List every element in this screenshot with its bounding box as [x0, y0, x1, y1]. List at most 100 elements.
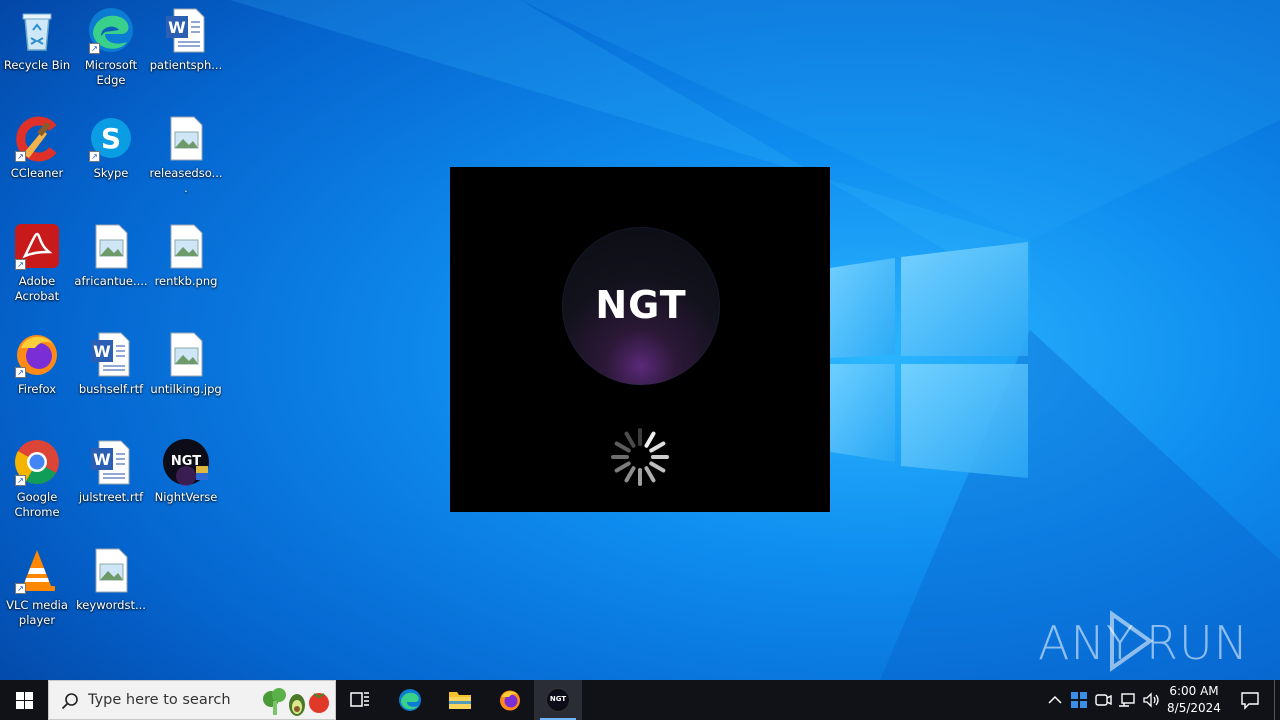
shortcut-arrow-icon: ↗	[15, 475, 26, 486]
spinner-spoke	[624, 431, 636, 448]
taskbar: Type here to search NGT 6:00 AM 8/5/2024	[0, 680, 1280, 720]
image-file-icon	[162, 330, 210, 378]
shortcut-arrow-icon: ↗	[15, 367, 26, 378]
shortcut-arrow-icon: ↗	[89, 43, 100, 54]
firefox-icon: ↗	[13, 330, 61, 378]
loading-spinner-icon	[611, 428, 669, 486]
taskbar-file-explorer-button[interactable]	[436, 680, 484, 720]
desktop-icon-label: Skype	[93, 166, 129, 180]
desktop-icon-label: Adobe Acrobat	[14, 274, 60, 303]
word-document-icon: W	[87, 330, 135, 378]
recycle-bin-icon	[13, 6, 61, 54]
firefox-icon	[500, 690, 520, 711]
nightverse-icon: NGT	[162, 438, 210, 486]
desktop-icon-ccleaner[interactable]: ↗ CCleaner	[0, 108, 74, 208]
task-view-button[interactable]	[336, 680, 384, 720]
taskbar-nightverse-button[interactable]: NGT	[534, 680, 582, 720]
skype-icon: S ↗	[87, 114, 135, 162]
shortcut-arrow-icon: ↗	[15, 583, 26, 594]
taskbar-firefox-button[interactable]	[486, 680, 534, 720]
desktop-icon-nightverse[interactable]: NGT NightVerse	[149, 432, 223, 532]
ngt-splash-window: NGT	[450, 167, 830, 512]
desktop-icon-google-chrome[interactable]: ↗ Google Chrome	[0, 432, 74, 532]
spinner-spoke	[649, 461, 666, 473]
google-chrome-icon: ↗	[13, 438, 61, 486]
desktop-icon-skype[interactable]: S ↗ Skype	[74, 108, 148, 208]
taskbar-edge-button[interactable]	[386, 680, 434, 720]
notification-icon	[1241, 692, 1259, 710]
shortcut-arrow-icon: ↗	[89, 151, 100, 162]
desktop-icon-label: VLC media player	[6, 598, 68, 627]
chevron-up-icon[interactable]	[1045, 690, 1065, 710]
desktop-icon-rtf-file[interactable]: W julstreet.rtf	[74, 432, 148, 532]
desktop-icon-firefox[interactable]: ↗ Firefox	[0, 324, 74, 424]
svg-text:S: S	[101, 122, 121, 155]
desktop-icon-label: africantue....	[74, 274, 148, 288]
adobe-acrobat-icon: ↗	[13, 222, 61, 270]
desktop-icon-label: julstreet.rtf	[78, 490, 144, 504]
spinner-spoke	[644, 466, 656, 483]
anyrun-watermark: ANY RUN	[1038, 608, 1248, 678]
image-file-icon	[162, 114, 210, 162]
network-icon[interactable]	[1117, 690, 1137, 710]
desktop-icon-area: Recycle Bin ↗ CCleaner ↗ Adobe Acrobat ↗…	[0, 0, 240, 680]
search-highlight-vegetables-icon[interactable]	[259, 685, 335, 717]
desktop-icon-image-file[interactable]: keywordst...	[74, 540, 148, 640]
word-document-icon: W	[87, 438, 135, 486]
desktop-icon-image-file[interactable]: africantue....	[74, 216, 148, 316]
taskbar-clock[interactable]: 6:00 AM 8/5/2024	[1164, 683, 1224, 717]
vlc-cone-icon: ↗	[13, 546, 61, 594]
task-view-icon	[350, 692, 369, 707]
spinner-spoke	[614, 441, 631, 453]
windows-security-icon[interactable]	[1069, 690, 1089, 710]
desktop-icon-recycle-bin[interactable]: Recycle Bin	[0, 0, 74, 100]
show-desktop-button[interactable]	[1274, 680, 1280, 720]
desktop-icon-label: CCleaner	[10, 166, 64, 180]
clock-time: 6:00 AM	[1169, 684, 1219, 698]
meet-now-icon[interactable]	[1093, 690, 1113, 710]
nightverse-icon: NGT	[546, 688, 570, 712]
desktop-icon-label: Google Chrome	[14, 490, 60, 519]
ccleaner-icon: ↗	[13, 114, 61, 162]
desktop-icon-label: patientsph...	[149, 58, 223, 72]
spinner-spoke	[614, 461, 631, 473]
desktop-icon-label: NightVerse	[154, 490, 218, 504]
spinner-spoke	[624, 466, 636, 483]
microsoft-edge-icon: ↗	[87, 6, 135, 54]
desktop-icon-label: untilking.jpg	[150, 382, 222, 396]
desktop-icon-image-file[interactable]: releasedso....	[149, 108, 223, 208]
desktop-icon-label: Firefox	[17, 382, 57, 396]
search-icon	[61, 693, 78, 710]
svg-text:W: W	[93, 450, 111, 469]
windows-logo-icon	[16, 692, 33, 709]
spinner-spoke	[649, 441, 666, 453]
desktop-icon-vlc[interactable]: ↗ VLC media player	[0, 540, 74, 640]
search-input[interactable]: Type here to search	[48, 680, 336, 720]
desktop-icon-image-file[interactable]: untilking.jpg	[149, 324, 223, 424]
desktop-icon-label: bushself.rtf	[78, 382, 144, 396]
desktop-icon-image-file[interactable]: rentkb.png	[149, 216, 223, 316]
desktop-icon-adobe-acrobat[interactable]: ↗ Adobe Acrobat	[0, 216, 74, 316]
folder-icon	[449, 692, 471, 709]
volume-icon[interactable]	[1141, 690, 1161, 710]
desktop-icon-microsoft-edge[interactable]: ↗ Microsoft Edge	[74, 0, 148, 100]
desktop-icon-rtf-file[interactable]: W bushself.rtf	[74, 324, 148, 424]
image-file-icon	[87, 546, 135, 594]
ngt-logo-text: NGT	[595, 283, 687, 327]
desktop-icon-label: keywordst...	[76, 598, 146, 612]
svg-text:W: W	[168, 18, 186, 37]
start-button[interactable]	[0, 680, 48, 720]
shortcut-arrow-icon: ↗	[15, 151, 26, 162]
desktop-icon-label: Microsoft Edge	[84, 58, 138, 87]
desktop-icon-word-file[interactable]: W patientsph...	[149, 0, 223, 100]
ngt-taskbar-icon-text: NGT	[549, 695, 567, 703]
word-document-icon: W	[162, 6, 210, 54]
desktop-icon-label: rentkb.png	[154, 274, 218, 288]
spinner-spoke	[644, 431, 656, 448]
notifications-button[interactable]	[1232, 680, 1268, 720]
search-placeholder: Type here to search	[88, 692, 231, 708]
image-file-icon	[162, 222, 210, 270]
shortcut-arrow-icon: ↗	[15, 259, 26, 270]
svg-text:W: W	[93, 342, 111, 361]
ngt-logo: NGT	[562, 227, 720, 385]
